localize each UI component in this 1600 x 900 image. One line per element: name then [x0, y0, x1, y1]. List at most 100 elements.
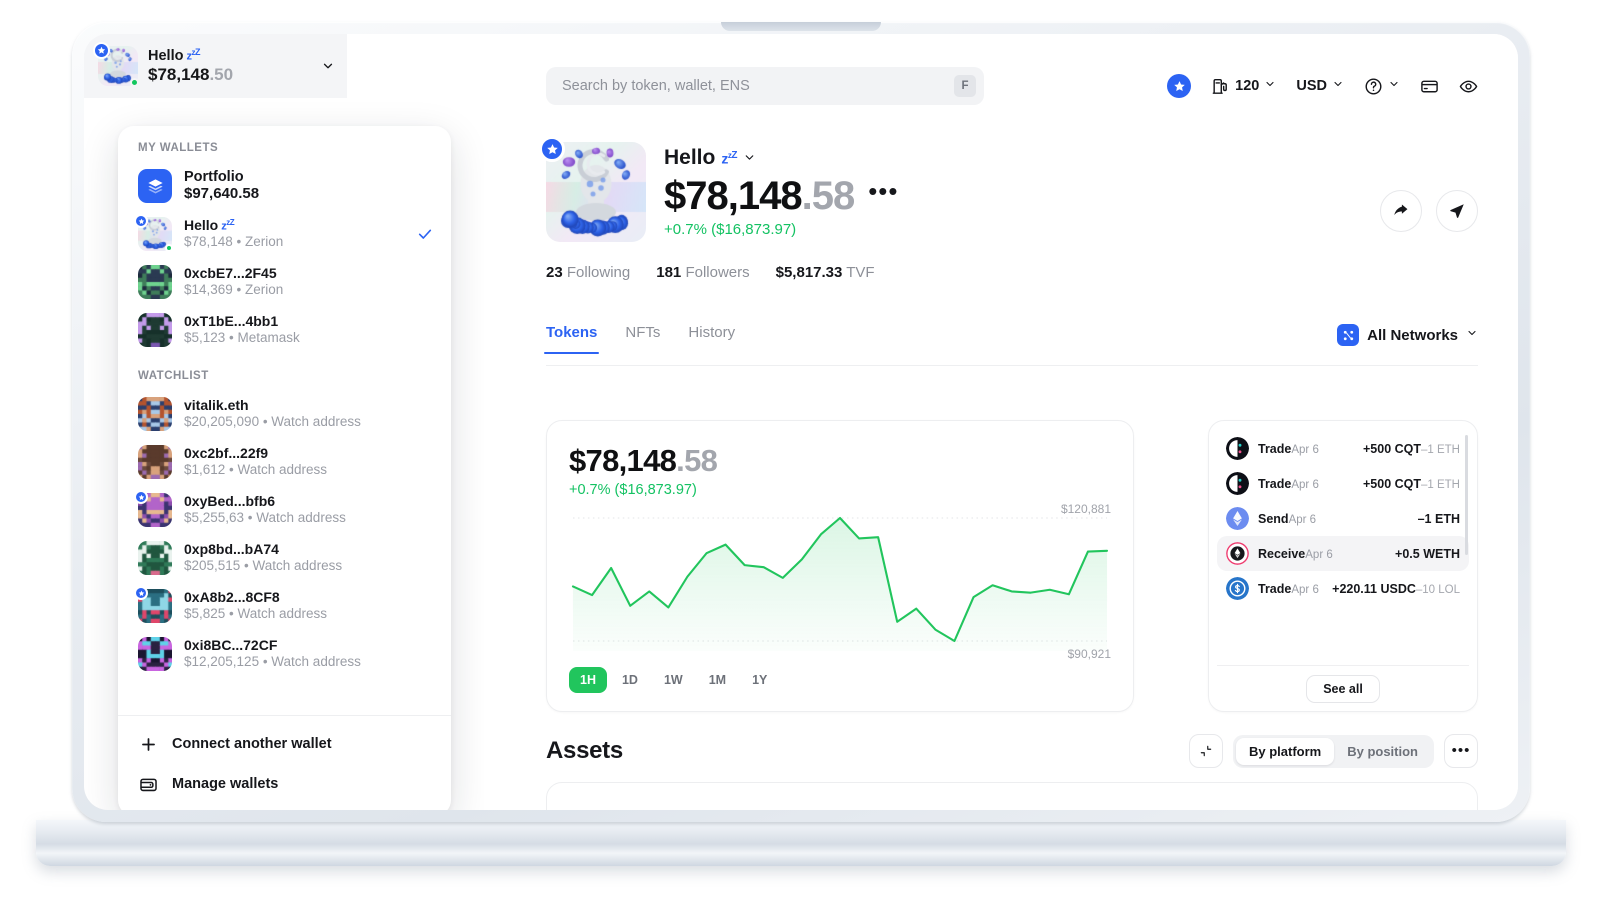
- gas-price-selector[interactable]: 120: [1211, 77, 1276, 96]
- covalent-token-icon: [1226, 472, 1249, 495]
- main-content: Search by token, wallet, ENS F 120 USD H…: [484, 34, 1518, 810]
- transaction-info: SendApr 6: [1258, 510, 1409, 528]
- chart-range-1w[interactable]: 1W: [653, 667, 694, 693]
- search-placeholder: Search by token, wallet, ENS: [562, 78, 750, 94]
- connect-another-wallet-button[interactable]: Connect another wallet: [118, 724, 451, 764]
- recent-transactions-card: TradeApr 6 +500 CQT–1 ETH TradeApr 6 +500 C…: [1208, 420, 1478, 712]
- transaction-row[interactable]: TradeApr 6 +500 CQT–1 ETH: [1217, 431, 1469, 466]
- chevron-down-icon[interactable]: [321, 59, 335, 73]
- profile-stat[interactable]: $5,817.33 TVF: [776, 264, 875, 281]
- transaction-row[interactable]: SendApr 6 –1 ETH: [1217, 501, 1469, 536]
- assets-grouping-segmented: By platform By position: [1232, 734, 1434, 768]
- wallet-list-item[interactable]: 0xA8b2...8CF8 $5,825 • Watch address: [118, 582, 451, 630]
- wallet-item-text: 0xA8b2...8CF8 $5,825 • Watch address: [184, 589, 433, 623]
- chart-range-1y[interactable]: 1Y: [741, 667, 778, 693]
- wallet-list-item[interactable]: 0xi8BC...72CF $12,205,125 • Watch address: [118, 630, 451, 678]
- assets-header: Assets By platform By position •••: [546, 734, 1478, 768]
- profile-stat[interactable]: 181 Followers: [656, 264, 749, 281]
- transaction-title: Receive: [1258, 546, 1306, 561]
- wallet-item-title-row: 0xp8bd...bA74: [184, 541, 433, 557]
- wallet-item-text: Portfolio $97,640.58: [184, 169, 433, 203]
- premium-star-icon: [134, 586, 148, 600]
- assets-group-row[interactable]: Wallet · $19,777.0315.00%: [546, 782, 1478, 810]
- transaction-amounts: +220.11 USDC–10 LOL: [1332, 580, 1460, 598]
- transaction-info: TradeApr 6: [1258, 580, 1323, 598]
- profile-avatar[interactable]: [539, 136, 646, 242]
- tab-tokens[interactable]: Tokens: [543, 324, 600, 354]
- profile-more-button[interactable]: •••: [868, 178, 898, 208]
- chart-area-fill: [572, 518, 1108, 651]
- wallet-item-text: Hello zzZ $78,148 • Zerion: [184, 217, 405, 251]
- stat-label: Following: [566, 264, 631, 281]
- avatar: [138, 313, 172, 347]
- avatar-image: [138, 265, 172, 299]
- transaction-row[interactable]: TradeApr 6 +220.11 USDC–10 LOL: [1217, 571, 1469, 606]
- wallet-list-item[interactable]: 0xyBed...bfb6 $5,255,63 • Watch address: [118, 486, 451, 534]
- profile-delta-label: +0.7% ($16,873.97): [664, 221, 797, 238]
- wallet-item-title: 0xT1bE...4bb1: [184, 313, 279, 329]
- see-all-button[interactable]: See all: [1306, 675, 1380, 703]
- transaction-sub-amount: –1 ETH: [1421, 478, 1460, 491]
- chart-range-1d[interactable]: 1D: [611, 667, 649, 693]
- wallet-item-subtitle: $5,255,63 • Watch address: [184, 510, 346, 525]
- zzz-glyph: zzZ: [221, 218, 235, 233]
- manage-wallets-button[interactable]: Manage wallets: [118, 764, 451, 804]
- transaction-date: Apr 6: [1305, 548, 1333, 561]
- weth-icon: [1226, 542, 1249, 565]
- chart-svg: [569, 508, 1111, 651]
- tab-nfts[interactable]: NFTs: [625, 324, 660, 353]
- wallet-dropdown-scroll[interactable]: MY WALLETS Portfolio $97,640.58 Hello zzZ $7…: [118, 126, 451, 715]
- chevron-down-icon[interactable]: [743, 151, 757, 165]
- laptop-base: [36, 820, 1566, 866]
- collapse-arrows-button[interactable]: [1188, 734, 1223, 768]
- transaction-row[interactable]: ReceiveApr 6 +0.5 WETH: [1217, 536, 1469, 571]
- chevron-down-icon: [1388, 77, 1400, 95]
- chart-range-1h[interactable]: 1H: [569, 667, 607, 693]
- plus-icon: [138, 734, 158, 754]
- assets-group-by-position[interactable]: By position: [1334, 738, 1431, 765]
- wallet-list-item[interactable]: Hello zzZ $78,148 • Zerion: [118, 210, 451, 258]
- wallet-list-item[interactable]: Portfolio $97,640.58: [118, 162, 451, 210]
- wallet-switcher-name: Hello zzZ: [148, 47, 311, 64]
- wallet-item-subtitle: $78,148 • Zerion: [184, 234, 284, 249]
- credit-card-icon[interactable]: [1420, 77, 1439, 96]
- covalent-token-icon: [1226, 437, 1249, 460]
- help-menu[interactable]: [1364, 77, 1400, 96]
- transaction-amount: –1 ETH: [1417, 511, 1460, 526]
- avatar: [138, 541, 172, 575]
- premium-badge-button[interactable]: [1167, 74, 1192, 98]
- transaction-sub-amount: –1 ETH: [1421, 443, 1460, 456]
- transaction-list[interactable]: TradeApr 6 +500 CQT–1 ETH TradeApr 6 +500 C…: [1217, 431, 1469, 665]
- assets-more-button[interactable]: •••: [1444, 734, 1478, 768]
- assets-group-by-platform[interactable]: By platform: [1235, 737, 1335, 765]
- wallet-list-item[interactable]: 0xc2bf...22f9 $1,612 • Watch address: [118, 438, 451, 486]
- transaction-title: Trade: [1258, 441, 1292, 456]
- eye-icon[interactable]: [1459, 77, 1478, 96]
- wallet-list-item[interactable]: 0xp8bd...bA74 $205,515 • Watch address: [118, 534, 451, 582]
- profile-name-row[interactable]: Hello zzZ: [664, 146, 899, 170]
- wallet-item-text: 0xc2bf...22f9 $1,612 • Watch address: [184, 445, 433, 479]
- chart-plot-area[interactable]: $120,881 $90,921: [569, 502, 1111, 661]
- network-selector[interactable]: All Networks: [1337, 324, 1478, 356]
- transaction-scrollbar[interactable]: [1465, 435, 1468, 555]
- share-button[interactable]: [1380, 190, 1422, 232]
- profile-balance-row: $78,148.58 •••: [664, 174, 899, 218]
- currency-selector[interactable]: USD: [1296, 77, 1344, 95]
- wallet-dropdown-panel: MY WALLETS Portfolio $97,640.58 Hello zzZ $7…: [118, 126, 451, 810]
- transaction-sub-amount: –10 LOL: [1415, 583, 1460, 596]
- send-button[interactable]: [1436, 190, 1478, 232]
- wallet-list-item[interactable]: vitalik.eth $20,205,090 • Watch address: [118, 390, 451, 438]
- chart-range-1m[interactable]: 1M: [698, 667, 737, 693]
- app-root: Hello zzZ $78,148.50 MY WALLETS Portfoli…: [84, 34, 1518, 810]
- transaction-row[interactable]: TradeApr 6 +500 CQT–1 ETH: [1217, 466, 1469, 501]
- profile-stat[interactable]: 23 Following: [546, 264, 630, 281]
- search-input[interactable]: Search by token, wallet, ENS F: [546, 67, 984, 105]
- wallet-switcher-button[interactable]: Hello zzZ $78,148.50: [84, 34, 347, 98]
- wallet-list-item[interactable]: 0xT1bE...4bb1 $5,123 • Metamask: [118, 306, 451, 354]
- zzz-glyph: zzZ: [186, 47, 200, 63]
- wallet-list-item[interactable]: 0xcbE7...2F45 $14,369 • Zerion: [118, 258, 451, 306]
- wallet-item-subtitle: $97,640.58: [184, 185, 260, 202]
- tab-history[interactable]: History: [688, 324, 735, 353]
- premium-star-icon: [539, 136, 565, 162]
- transaction-info: TradeApr 6: [1258, 440, 1354, 458]
